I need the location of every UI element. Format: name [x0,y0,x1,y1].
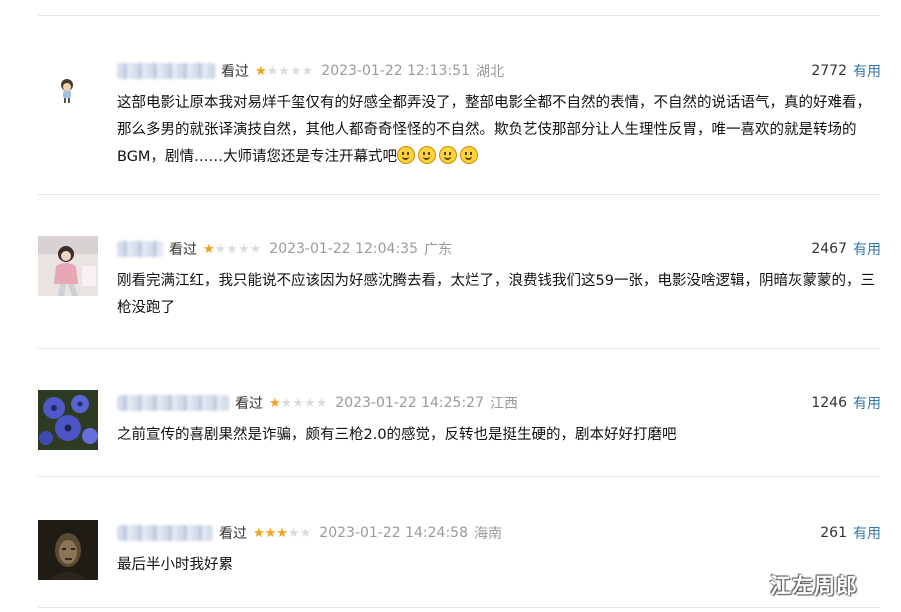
watched-label: 看过 [235,396,263,412]
divider [38,348,880,349]
comment-location: 湖北 [475,64,504,80]
avatar[interactable] [38,60,98,120]
vote-area: 261 有用 [820,522,881,544]
useful-button[interactable]: 有用 [853,239,881,259]
comment-time: 2023-01-22 12:04:35 [269,241,418,257]
vote-count: 2467 [811,241,847,257]
useful-button[interactable]: 有用 [853,393,881,413]
vote-area: 2772 有用 [811,60,881,82]
comment-time: 2023-01-22 14:24:58 [319,525,468,541]
comment-body: 之前宣传的喜剧果然是诈骗，颇有三枪2.0的感觉，反转也是挺生硬的，剧本好好打磨吧 [117,427,677,443]
username[interactable] [117,241,163,257]
rating-stars: ★★★★★★★★★★ [203,241,262,257]
comment-body: 刚看完满江红，我只能说不应该因为好感沈腾去看，太烂了，浪费钱我们这59一张，电影… [117,273,875,316]
rating-stars: ★★★★★★★★★★ [255,63,314,79]
username[interactable] [117,63,215,79]
watched-label: 看过 [219,526,247,542]
watched-label: 看过 [221,64,249,80]
rating-stars: ★★★★★★★★★★ [269,395,328,411]
comment-text: 之前宣传的喜剧果然是诈骗，颇有三枪2.0的感觉，反转也是挺生硬的，剧本好好打磨吧 [117,422,885,449]
comment-meta: 看过 ★★★★★★★★★★ 2023-01-22 12:04:35 广东 [117,238,452,260]
divider [38,194,880,195]
smile-emoji-icon [396,146,415,164]
comment-body: 最后半小时我好累 [117,557,233,573]
comment-text: 刚看完满江红，我只能说不应该因为好感沈腾去看，太烂了，浪费钱我们这59一张，电影… [117,268,885,322]
comment-text: 这部电影让原本我对易烊千玺仅有的好感全都弄没了，整部电影全都不自然的表情，不自然… [117,90,885,171]
useful-button[interactable]: 有用 [853,61,881,81]
watermark-text: 江左周郎 [770,574,858,598]
divider [38,476,880,477]
username[interactable] [117,525,213,541]
comment-meta: 看过 ★★★★★★★★★★ 2023-01-22 14:25:27 江西 [117,392,518,414]
vote-count: 261 [820,525,847,541]
avatar[interactable] [38,520,98,580]
comment-location: 海南 [473,526,502,542]
comment-meta: 看过 ★★★★★★★★★★ 2023-01-22 14:24:58 海南 [117,522,502,544]
comment-location: 广东 [423,242,452,258]
username[interactable] [117,395,229,411]
avatar[interactable] [38,236,98,296]
vote-area: 1246 有用 [811,392,881,414]
comment-body: 这部电影让原本我对易烊千玺仅有的好感全都弄没了，整部电影全都不自然的表情，不自然… [117,95,871,165]
watched-label: 看过 [169,242,197,258]
vote-area: 2467 有用 [811,238,881,260]
smile-emoji-icon [459,146,478,164]
comment-time: 2023-01-22 12:13:51 [321,63,470,79]
comment-time: 2023-01-22 14:25:27 [335,395,484,411]
rating-stars: ★★★★★★★★★★ [253,525,312,541]
emoji-group [396,146,481,165]
smile-emoji-icon [438,146,457,164]
divider [38,15,880,16]
smile-emoji-icon [417,146,436,164]
comment-location: 江西 [489,396,518,412]
vote-count: 2772 [811,63,847,79]
divider [38,607,880,608]
comment-meta: 看过 ★★★★★★★★★★ 2023-01-22 12:13:51 湖北 [117,60,504,82]
vote-count: 1246 [811,395,847,411]
avatar[interactable] [38,390,98,450]
useful-button[interactable]: 有用 [853,523,881,543]
